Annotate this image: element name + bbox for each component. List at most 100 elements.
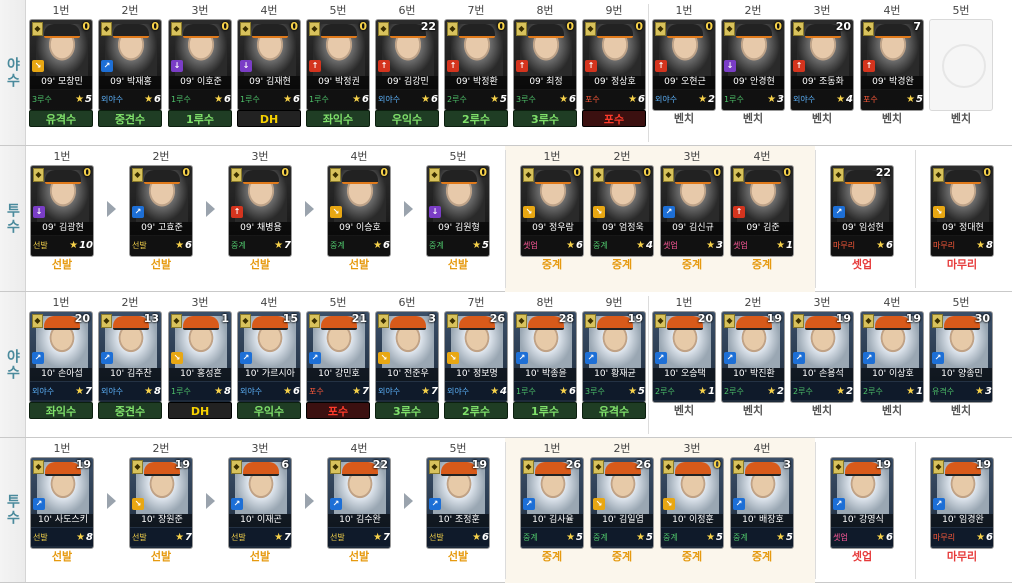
player-card[interactable]: ◆ 19 ↘ 10' 장원준 선발 ★7 — [129, 457, 193, 549]
assigned-position[interactable]: 선발 — [228, 256, 292, 273]
assigned-position[interactable]: 마무리 — [930, 548, 994, 565]
player-card[interactable]: ◆ 0 ↓ 09' 이호준 1루수 ★6 — [168, 19, 232, 111]
player-card[interactable]: ◆ 19 ↗ 10' 손용석 2루수 ★2 — [790, 311, 854, 403]
player-card[interactable]: ◆ 26 ↘ 10' 정보명 외야수 ★4 — [444, 311, 508, 403]
assigned-position[interactable]: DH — [237, 110, 301, 127]
assigned-position[interactable]: 중계 — [660, 548, 724, 565]
player-slot[interactable]: 1번 ◆ 20 ↗ 10' 손아섭 외야수 ★7 좌익수 — [27, 296, 95, 420]
player-card[interactable]: ◆ 0 ↓ 09' 김광현 선발 ★10 — [30, 165, 94, 257]
player-slot[interactable]: 4번 ◆ 0 ↘ 09' 이승호 중계 ★6 선발 — [325, 150, 393, 274]
player-slot[interactable]: 9번 ◆ 19 ↗ 10' 황재균 3루수 ★5 유격수 — [580, 296, 648, 420]
empty-card-slot[interactable] — [929, 19, 993, 111]
assigned-position[interactable]: 선발 — [129, 548, 193, 565]
player-slot[interactable]: 4번 ◆ 15 ↗ 10' 가르시아 외야수 ★6 우익수 — [235, 296, 303, 420]
player-card[interactable]: ◆ 19 ↗ 10' 박진환 2루수 ★2 — [721, 311, 785, 403]
player-card[interactable]: ◆ 20 ↗ 10' 오승택 2루수 ★1 — [652, 311, 716, 403]
player-slot[interactable]: 2번 ◆ 0 ↗ 09' 고효준 선발 ★6 선발 — [127, 150, 195, 274]
player-card[interactable]: ◆ 0 ↑ 09' 박정환 2루수 ★5 — [444, 19, 508, 111]
player-card[interactable]: ◆ 3 ↗ 10' 배장호 중계 ★5 — [730, 457, 794, 549]
player-card[interactable]: ◆ 28 ↗ 10' 박종윤 1루수 ★6 — [513, 311, 577, 403]
player-card[interactable]: ◆ 22 ↗ 09' 임성현 마무리 ★6 — [830, 165, 894, 257]
assigned-position[interactable]: 벤치 — [929, 402, 993, 419]
player-slot[interactable]: 8번 ◆ 0 ↑ 09' 최정 3루수 ★6 3루수 — [511, 4, 579, 128]
player-slot[interactable]: 4번 ◆ 3 ↗ 10' 배장호 중계 ★5 중계 — [728, 442, 796, 566]
assigned-position[interactable]: 포수 — [306, 402, 370, 419]
assigned-position[interactable]: 1루수 — [513, 402, 577, 419]
player-slot[interactable]: 5번 벤치 — [927, 4, 995, 128]
assigned-position[interactable]: 2루수 — [444, 110, 508, 127]
player-card[interactable]: ◆ 0 ↗ 09' 박재홍 외야수 ★6 — [98, 19, 162, 111]
assigned-position[interactable]: 선발 — [327, 256, 391, 273]
player-card[interactable]: ◆ 0 ↗ 09' 김신규 셋업 ★3 — [660, 165, 724, 257]
player-card[interactable]: ◆ 0 ↘ 09' 이승호 중계 ★6 — [327, 165, 391, 257]
player-slot[interactable]: 1번 ◆ 0 ↓ 09' 김광현 선발 ★10 선발 — [28, 150, 96, 274]
assigned-position[interactable]: 3루수 — [513, 110, 577, 127]
player-card[interactable]: ◆ 19 ↗ 10' 이상호 2루수 ★1 — [860, 311, 924, 403]
player-card[interactable]: ◆ 0 ↑ 09' 채병용 중계 ★7 — [228, 165, 292, 257]
player-slot[interactable]: 4번 ◆ 0 ↓ 09' 김재현 1루수 ★6 DH — [235, 4, 303, 128]
assigned-position[interactable]: 벤치 — [860, 402, 924, 419]
player-slot[interactable]: 8번 ◆ 28 ↗ 10' 박종윤 1루수 ★6 1루수 — [511, 296, 579, 420]
assigned-position[interactable]: 셋업 — [830, 256, 894, 273]
player-card[interactable]: ◆ 0 ↘ 09' 모창민 3루수 ★5 — [29, 19, 93, 111]
player-card[interactable]: ◆ 0 ↑ 09' 오현근 외야수 ★2 — [652, 19, 716, 111]
player-slot[interactable]: 1번 ◆ 0 ↑ 09' 오현근 외야수 ★2 벤치 — [650, 4, 718, 128]
player-card[interactable]: ◆ 19 ↗ 10' 임경완 마무리 ★6 — [930, 457, 994, 549]
assigned-position[interactable]: 중계 — [520, 548, 584, 565]
player-slot[interactable]: 2번 ◆ 19 ↘ 10' 장원준 선발 ★7 선발 — [127, 442, 195, 566]
player-card[interactable]: ◆ 1 ↘ 10' 홍성흔 1루수 ★8 — [168, 311, 232, 403]
assigned-position[interactable]: 벤치 — [860, 110, 924, 127]
player-card[interactable]: ◆ 0 ↓ 09' 김재현 1루수 ★6 — [237, 19, 301, 111]
player-card[interactable]: ◆ 0 ↗ 09' 고효준 선발 ★6 — [129, 165, 193, 257]
player-slot[interactable]: ◆ 0 ↘ 09' 정대현 마무리 ★8 마무리 — [928, 150, 996, 274]
player-card[interactable]: ◆ 26 ↗ 10' 김사율 중계 ★5 — [520, 457, 584, 549]
player-slot[interactable]: 2번 ◆ 0 ↓ 09' 안경현 1루수 ★3 벤치 — [719, 4, 787, 128]
player-slot[interactable]: 5번 ◆ 19 ↗ 10' 조정훈 선발 ★6 선발 — [424, 442, 492, 566]
player-slot[interactable]: 2번 ◆ 0 ↗ 09' 박재홍 외야수 ★6 중견수 — [96, 4, 164, 128]
player-card[interactable]: ◆ 0 ↘ 09' 정대현 마무리 ★8 — [930, 165, 994, 257]
assigned-position[interactable]: 유격수 — [29, 110, 93, 127]
player-card[interactable]: ◆ 19 ↗ 10' 사도스키 선발 ★8 — [30, 457, 94, 549]
assigned-position[interactable]: 선발 — [327, 548, 391, 565]
player-card[interactable]: ◆ 6 ↗ 10' 이재곤 선발 ★7 — [228, 457, 292, 549]
player-card[interactable]: ◆ 26 ↘ 10' 김일엽 중계 ★5 — [590, 457, 654, 549]
player-card[interactable]: ◆ 22 ↗ 10' 김수완 선발 ★7 — [327, 457, 391, 549]
assigned-position[interactable]: 벤치 — [721, 402, 785, 419]
assigned-position[interactable]: 벤치 — [721, 110, 785, 127]
player-slot[interactable]: 1번 ◆ 26 ↗ 10' 김사율 중계 ★5 중계 — [518, 442, 586, 566]
assigned-position[interactable]: DH — [168, 402, 232, 419]
player-slot[interactable]: 5번 ◆ 0 ↓ 09' 김원형 중계 ★5 선발 — [424, 150, 492, 274]
player-card[interactable]: ◆ 19 ↗ 10' 황재균 3루수 ★5 — [582, 311, 646, 403]
assigned-position[interactable]: 3루수 — [375, 402, 439, 419]
player-card[interactable]: ◆ 20 ↗ 10' 손아섭 외야수 ★7 — [29, 311, 93, 403]
player-card[interactable]: ◆ 22 ↑ 09' 김강민 외야수 ★6 — [375, 19, 439, 111]
assigned-position[interactable]: 선발 — [426, 256, 490, 273]
player-card[interactable]: ◆ 0 ↑ 09' 최정 3루수 ★6 — [513, 19, 577, 111]
player-slot[interactable]: 6번 ◆ 3 ↘ 10' 전준우 외야수 ★7 3루수 — [373, 296, 441, 420]
player-card[interactable]: ◆ 13 ↗ 10' 김주찬 외야수 ★8 — [98, 311, 162, 403]
assigned-position[interactable]: 중견수 — [98, 110, 162, 127]
player-card[interactable]: ◆ 0 ↓ 09' 김원형 중계 ★5 — [426, 165, 490, 257]
player-slot[interactable]: 5번 ◆ 0 ↑ 09' 박정권 1루수 ★6 좌익수 — [304, 4, 372, 128]
assigned-position[interactable]: 중계 — [520, 256, 584, 273]
player-slot[interactable]: 2번 ◆ 13 ↗ 10' 김주찬 외야수 ★8 중견수 — [96, 296, 164, 420]
player-slot[interactable]: 4번 ◆ 22 ↗ 10' 김수완 선발 ★7 선발 — [325, 442, 393, 566]
assigned-position[interactable]: 벤치 — [652, 402, 716, 419]
player-slot[interactable]: ◆ 22 ↗ 09' 임성현 마무리 ★6 셋업 — [828, 150, 896, 274]
player-slot[interactable]: 3번 ◆ 20 ↑ 09' 조동화 외야수 ★4 벤치 — [788, 4, 856, 128]
assigned-position[interactable]: 중계 — [660, 256, 724, 273]
player-slot[interactable]: 2번 ◆ 26 ↘ 10' 김일엽 중계 ★5 중계 — [588, 442, 656, 566]
player-slot[interactable]: 1번 ◆ 0 ↘ 09' 모창민 3루수 ★5 유격수 — [27, 4, 95, 128]
player-card[interactable]: ◆ 21 ↗ 10' 강민호 포수 ★7 — [306, 311, 370, 403]
player-slot[interactable]: 9번 ◆ 0 ↑ 09' 정상호 포수 ★6 포수 — [580, 4, 648, 128]
player-card[interactable]: ◆ 0 ↓ 09' 안경현 1루수 ★3 — [721, 19, 785, 111]
player-card[interactable]: ◆ 19 ↗ 10' 강영식 셋업 ★6 — [830, 457, 894, 549]
player-slot[interactable]: 5번 ◆ 21 ↗ 10' 강민호 포수 ★7 포수 — [304, 296, 372, 420]
player-card[interactable]: ◆ 19 ↗ 10' 조정훈 선발 ★6 — [426, 457, 490, 549]
assigned-position[interactable]: 벤치 — [790, 110, 854, 127]
player-card[interactable]: ◆ 0 ↑ 09' 박정권 1루수 ★6 — [306, 19, 370, 111]
player-slot[interactable]: 5번 ◆ 30 ↗ 10' 양종민 유격수 ★3 벤치 — [927, 296, 995, 420]
assigned-position[interactable]: 선발 — [426, 548, 490, 565]
player-slot[interactable]: 4번 ◆ 0 ↑ 09' 김준 셋업 ★1 중계 — [728, 150, 796, 274]
player-slot[interactable]: 7번 ◆ 26 ↘ 10' 정보명 외야수 ★4 2루수 — [442, 296, 510, 420]
